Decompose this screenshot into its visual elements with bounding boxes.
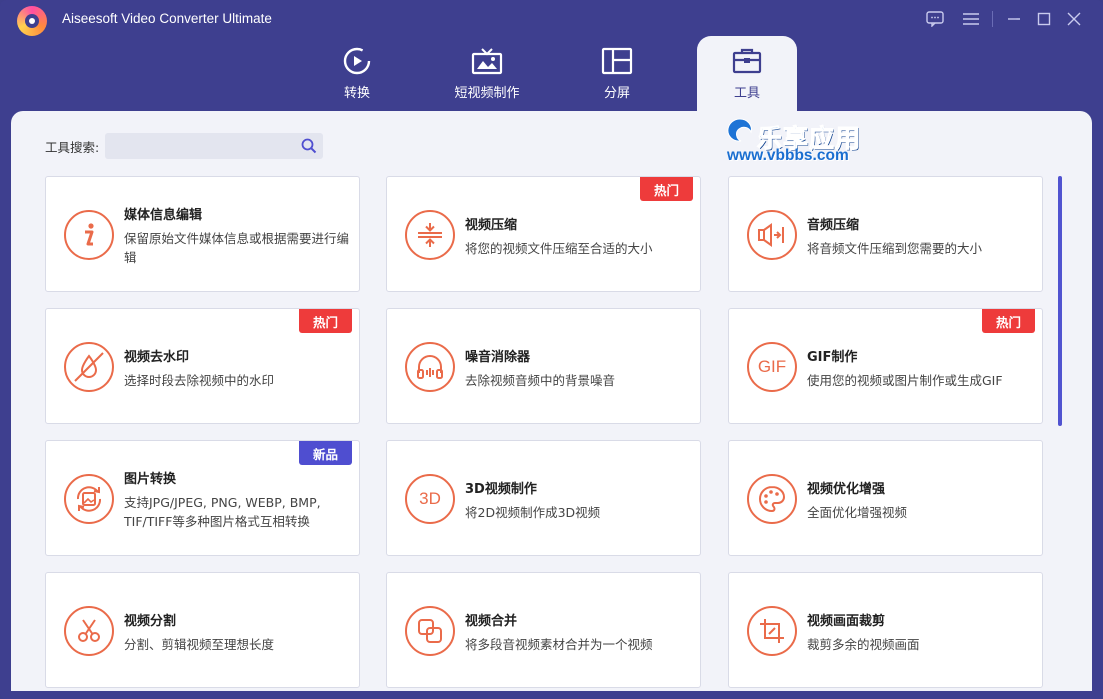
tool-desc: 支持JPG/JPEG, PNG, WEBP, BMP, TIF/TIFF等多种图…: [124, 495, 321, 529]
split-screen-icon: [600, 46, 634, 76]
tool-desc: 保留原始文件媒体信息或根据需要进行编辑: [124, 231, 350, 265]
tab-split-screen[interactable]: 分屏: [567, 36, 667, 112]
search-input[interactable]: [105, 133, 296, 159]
tool-desc: 将音频文件压缩到您需要的大小: [807, 241, 983, 256]
tool-card-3d-maker[interactable]: 3D 3D视频制作 将2D视频制作成3D视频: [386, 440, 701, 556]
close-icon[interactable]: [1059, 8, 1089, 30]
minimize-icon[interactable]: [999, 8, 1029, 30]
tool-desc: 将多段音视频素材合并为一个视频: [465, 637, 653, 652]
tool-card-video-compress[interactable]: 热门 视频压缩 将您的视频文件压缩至合适的大小: [386, 176, 701, 292]
audio-compress-icon: [747, 210, 797, 260]
tab-split-screen-label: 分屏: [603, 86, 630, 101]
tool-title: 视频去水印: [124, 350, 190, 365]
tool-card-media-info[interactable]: 媒体信息编辑 保留原始文件媒体信息或根据需要进行编辑: [45, 176, 360, 292]
feedback-icon[interactable]: [920, 8, 950, 30]
watermark-url: www.vbbbs.com: [727, 147, 849, 164]
toolbox-panel: 工具搜索: 乐享应用 www.vbbbs.com 媒体信息编辑 保留原始文件媒体…: [11, 111, 1092, 691]
convert-icon: [340, 46, 374, 76]
tab-convert-label: 转换: [343, 86, 370, 101]
tool-title: 视频画面裁剪: [807, 614, 886, 629]
watermark-remove-icon: [64, 342, 114, 392]
title-bar: Aiseesoft Video Converter Ultimate: [0, 0, 1103, 40]
tab-toolbox-label: 工具: [733, 86, 760, 101]
site-watermark: 乐享应用 www.vbbbs.com: [725, 117, 905, 169]
tool-title: 噪音消除器: [465, 350, 531, 365]
tab-convert[interactable]: 转换: [307, 36, 407, 112]
headphones-icon: [405, 342, 455, 392]
toolbox-icon: [730, 46, 764, 76]
tool-title: 音频压缩: [807, 218, 860, 233]
3d-icon: 3D: [405, 474, 455, 524]
app-window: Aiseesoft Video Converter Ultimate 转换 短视…: [0, 0, 1103, 699]
compress-icon: [405, 210, 455, 260]
tool-title: 视频分割: [124, 614, 177, 629]
tool-card-video-enhance[interactable]: 视频优化增强 全面优化增强视频: [728, 440, 1043, 556]
tab-short-video-label: 短视频制作: [454, 86, 520, 101]
tool-title: 视频压缩: [465, 218, 518, 233]
tool-card-remove-watermark[interactable]: 热门 视频去水印 选择时段去除视频中的水印: [45, 308, 360, 424]
image-convert-icon: [64, 474, 114, 524]
new-badge: 新品: [299, 441, 352, 465]
hot-badge: 热门: [299, 309, 352, 333]
tool-title: 视频优化增强: [807, 482, 886, 497]
tool-desc: 全面优化增强视频: [807, 505, 908, 520]
app-logo-icon: [17, 6, 47, 36]
tool-desc: 选择时段去除视频中的水印: [124, 373, 275, 388]
hot-badge: 热门: [982, 309, 1035, 333]
scissors-icon: [64, 606, 114, 656]
scrollbar[interactable]: [1058, 176, 1062, 426]
tab-toolbox[interactable]: 工具: [697, 36, 797, 112]
tool-card-video-crop[interactable]: 视频画面裁剪 裁剪多余的视频画面: [728, 572, 1043, 688]
tool-card-audio-compress[interactable]: 音频压缩 将音频文件压缩到您需要的大小: [728, 176, 1043, 292]
tool-title: GIF制作: [807, 350, 858, 365]
tool-search: 工具搜索:: [45, 133, 324, 159]
merge-icon: [405, 606, 455, 656]
tool-desc: 使用您的视频或图片制作或生成GIF: [807, 373, 1003, 388]
tool-card-noise-remover[interactable]: 噪音消除器 去除视频音频中的背景噪音: [386, 308, 701, 424]
search-box[interactable]: [105, 133, 324, 159]
maximize-icon[interactable]: [1029, 8, 1059, 30]
tool-desc: 将您的视频文件压缩至合适的大小: [465, 241, 653, 256]
hot-badge: 热门: [640, 177, 693, 201]
tool-title: 视频合并: [465, 614, 518, 629]
tool-title: 媒体信息编辑: [124, 208, 203, 223]
gif-icon: GIF: [747, 342, 797, 392]
tool-card-gif-maker[interactable]: GIF 热门 GIF制作 使用您的视频或图片制作或生成GIF: [728, 308, 1043, 424]
search-label: 工具搜索:: [45, 139, 100, 155]
tool-desc: 将2D视频制作成3D视频: [465, 505, 601, 520]
tool-title: 图片转换: [124, 472, 177, 487]
menu-icon[interactable]: [956, 8, 986, 30]
main-tabs: 转换 短视频制作 分屏 工具: [0, 36, 1103, 112]
window-controls: [920, 8, 1089, 30]
search-icon[interactable]: [301, 138, 317, 158]
tool-title: 3D视频制作: [465, 482, 537, 497]
info-icon: [64, 210, 114, 260]
tool-desc: 分割、剪辑视频至理想长度: [124, 637, 275, 652]
crop-icon: [747, 606, 797, 656]
short-video-icon: [470, 46, 504, 76]
tool-card-video-merge[interactable]: 视频合并 将多段音视频素材合并为一个视频: [386, 572, 701, 688]
tool-desc: 裁剪多余的视频画面: [807, 637, 920, 652]
palette-icon: [747, 474, 797, 524]
app-title: Aiseesoft Video Converter Ultimate: [62, 11, 272, 26]
tab-short-video[interactable]: 短视频制作: [437, 36, 537, 112]
tool-desc: 去除视频音频中的背景噪音: [465, 373, 616, 388]
tool-card-video-split[interactable]: 视频分割 分割、剪辑视频至理想长度: [45, 572, 360, 688]
tool-card-image-convert[interactable]: 新品 图片转换 支持JPG/JPEG, PNG, WEBP, BMP, TIF/…: [45, 440, 360, 556]
swirl-logo-icon: [727, 118, 752, 142]
title-separator: [992, 11, 993, 27]
